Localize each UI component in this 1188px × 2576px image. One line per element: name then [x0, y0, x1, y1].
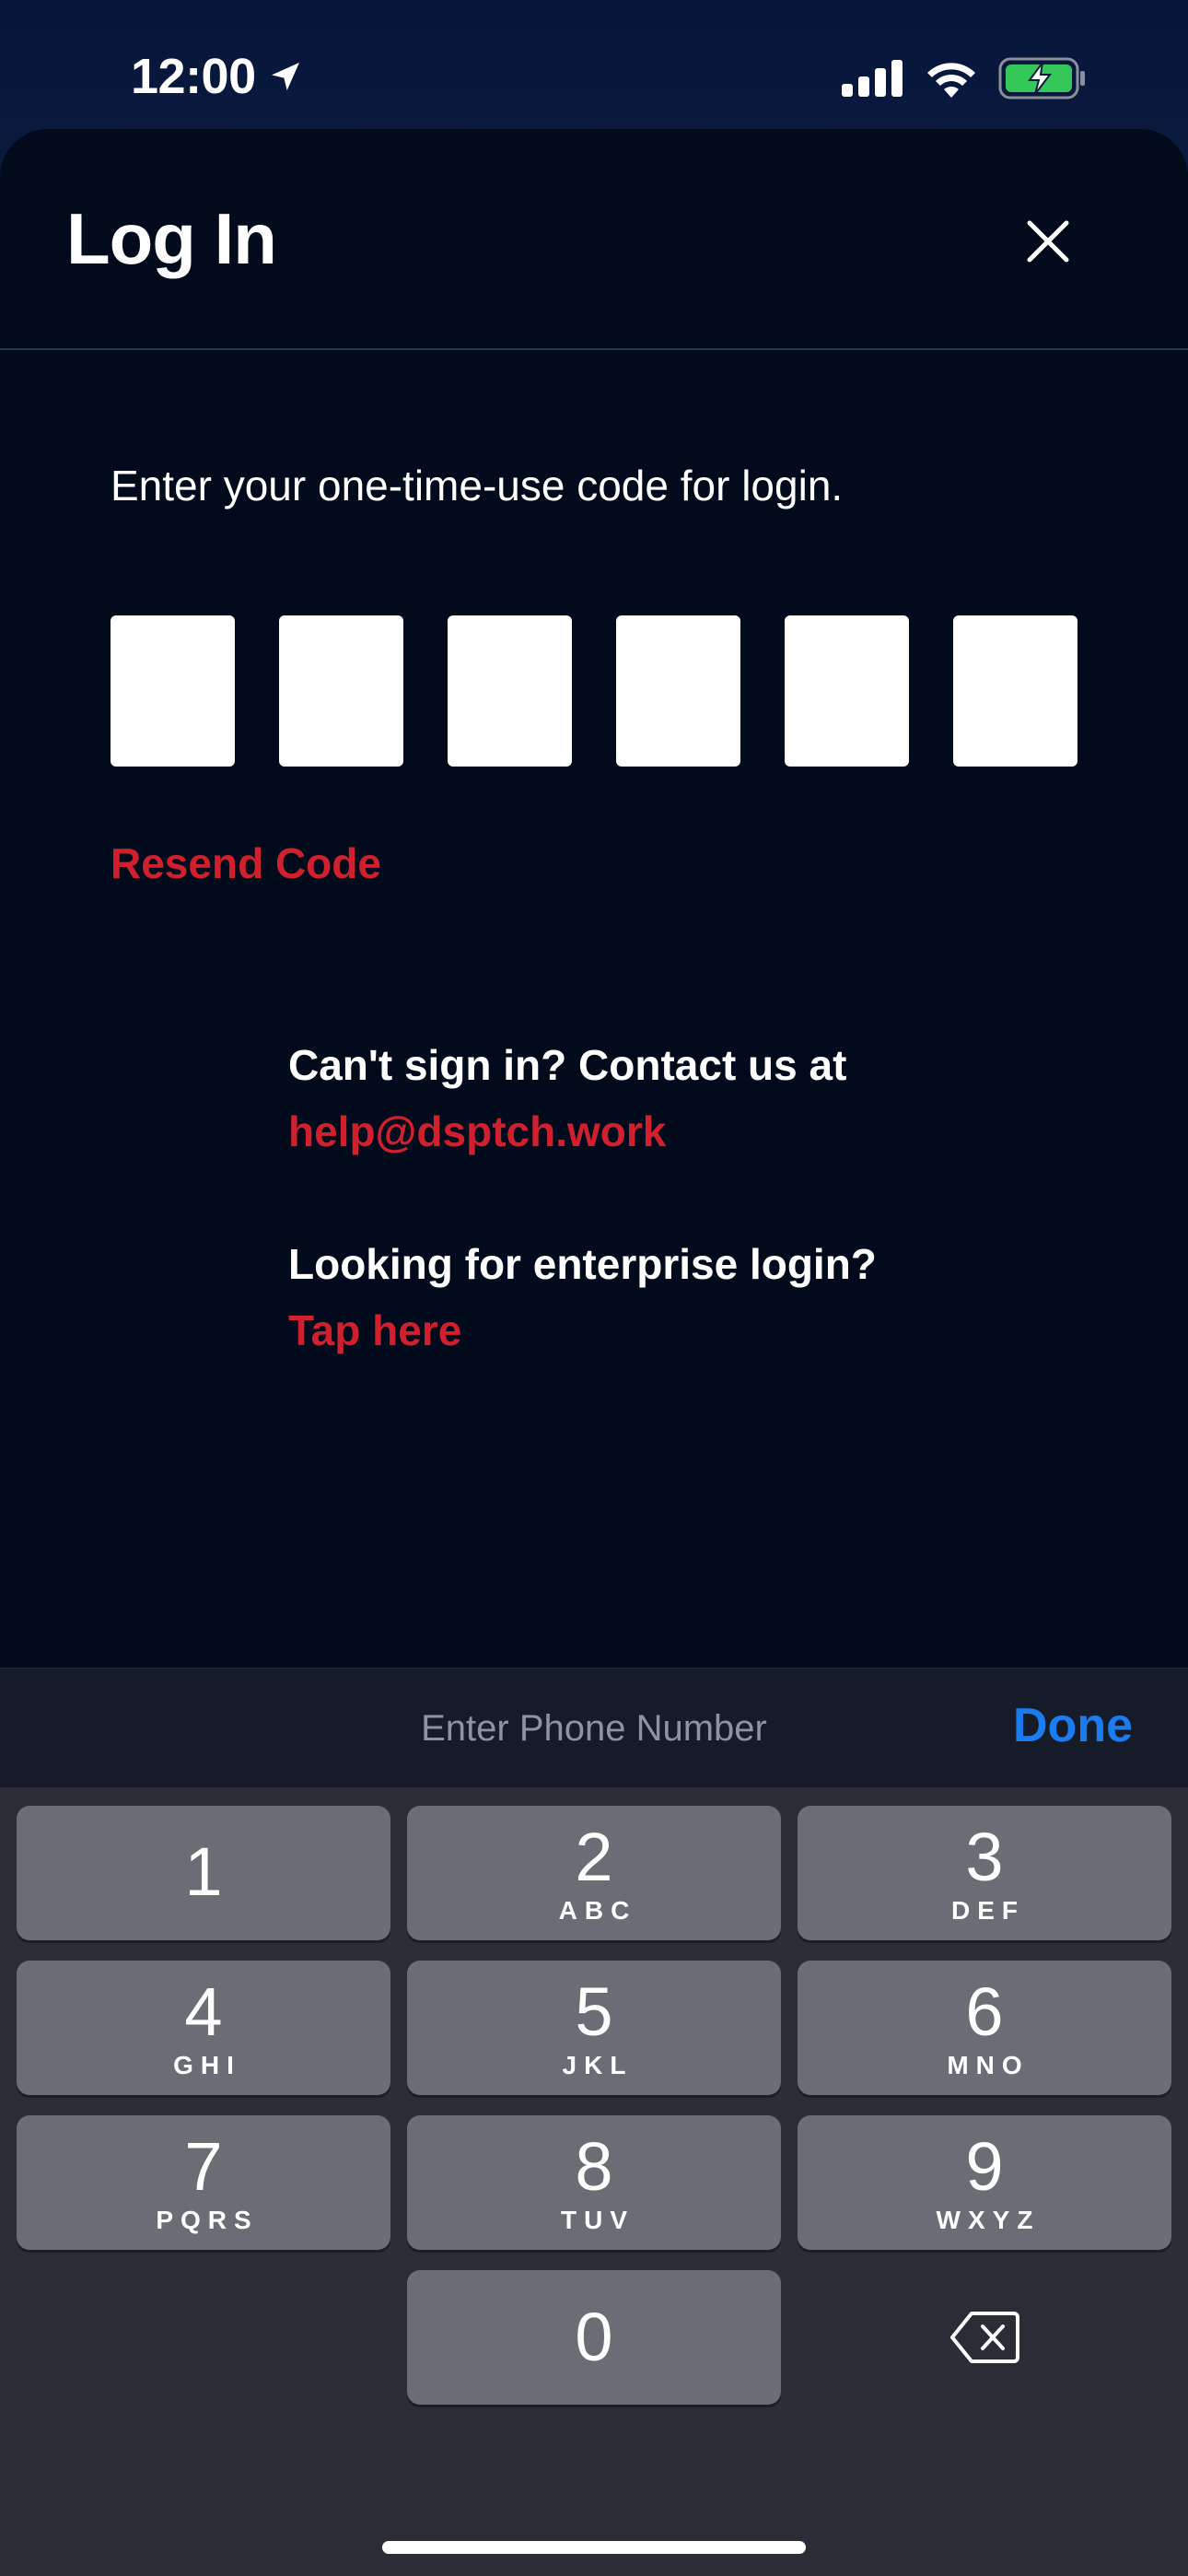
key-digit: 2 — [575, 1819, 613, 1895]
page-title: Log In — [66, 198, 277, 279]
backspace-key[interactable] — [798, 2270, 1171, 2405]
key-3[interactable]: 3 DEF — [798, 1806, 1171, 1940]
status-time: 12:00 — [131, 48, 304, 105]
help-email-link[interactable]: help@dsptch.work — [288, 1098, 846, 1165]
key-digit: 6 — [965, 1973, 1004, 2050]
status-time-text: 12:00 — [131, 49, 256, 104]
key-letters: PQRS — [156, 2206, 259, 2234]
key-digit: 8 — [575, 2128, 613, 2205]
status-bar: 12:00 — [0, 0, 1188, 138]
enterprise-login-text: Looking for enterprise login? — [288, 1240, 877, 1288]
key-letters: WXYZ — [936, 2206, 1041, 2234]
phone-number-placeholder[interactable]: Enter Phone Number — [0, 1669, 1188, 1788]
login-sheet: Log In Enter your one-time-use code for … — [0, 129, 1188, 1668]
sheet-header: Log In — [0, 129, 1188, 350]
key-digit: 3 — [965, 1819, 1004, 1895]
status-icons — [842, 57, 1087, 100]
key-digit: 5 — [575, 1973, 613, 2050]
backspace-icon — [950, 2312, 1019, 2363]
close-button[interactable] — [1013, 206, 1083, 276]
code-prompt: Enter your one-time-use code for login. — [111, 462, 844, 509]
numeric-keypad: 1 2 ABC 3 DEF 4 GHI 5 JKL 6 MNO 7 PQRS 8… — [0, 1787, 1188, 2576]
key-5[interactable]: 5 JKL — [407, 1961, 781, 2095]
code-digit-5[interactable] — [785, 615, 909, 767]
key-digit: 7 — [184, 2128, 223, 2205]
key-letters: DEF — [951, 1896, 1025, 1925]
enterprise-login-help: Looking for enterprise login? Tap here — [288, 1231, 877, 1364]
cellular-signal-icon — [842, 60, 903, 97]
key-0[interactable]: 0 — [407, 2270, 781, 2405]
key-6[interactable]: 6 MNO — [798, 1961, 1171, 2095]
contact-help: Can't sign in? Contact us at help@dsptch… — [288, 1032, 846, 1165]
keyboard-accessory-bar: Enter Phone Number Done — [0, 1668, 1188, 1788]
location-arrow-icon — [271, 63, 299, 90]
key-4[interactable]: 4 GHI — [17, 1961, 390, 2095]
key-digit: 0 — [575, 2299, 613, 2375]
close-icon — [1027, 220, 1069, 263]
enterprise-login-link[interactable]: Tap here — [288, 1297, 877, 1364]
key-1[interactable]: 1 — [17, 1806, 390, 1940]
code-digit-1[interactable] — [111, 615, 235, 767]
home-indicator — [382, 2541, 806, 2554]
key-letters: JKL — [562, 2051, 634, 2079]
wifi-icon — [927, 63, 975, 98]
resend-code-link[interactable]: Resend Code — [111, 838, 381, 888]
code-digit-3[interactable] — [448, 615, 572, 767]
key-letters: ABC — [558, 1896, 637, 1925]
code-input-row — [111, 615, 1077, 767]
code-digit-2[interactable] — [279, 615, 403, 767]
code-digit-6[interactable] — [953, 615, 1077, 767]
key-letters: GHI — [173, 2051, 241, 2079]
key-9[interactable]: 9 WXYZ — [798, 2115, 1171, 2250]
key-8[interactable]: 8 TUV — [407, 2115, 781, 2250]
battery-charging-icon — [998, 57, 1085, 100]
key-letters: TUV — [561, 2206, 635, 2234]
key-7[interactable]: 7 PQRS — [17, 2115, 390, 2250]
key-letters: MNO — [947, 2051, 1030, 2079]
key-digit: 1 — [184, 1833, 223, 1910]
key-2[interactable]: 2 ABC — [407, 1806, 781, 1940]
code-digit-4[interactable] — [616, 615, 740, 767]
contact-help-text: Can't sign in? Contact us at — [288, 1041, 847, 1089]
key-digit: 9 — [965, 2128, 1004, 2205]
done-button[interactable]: Done — [1013, 1698, 1133, 1753]
key-digit: 4 — [184, 1973, 223, 2050]
